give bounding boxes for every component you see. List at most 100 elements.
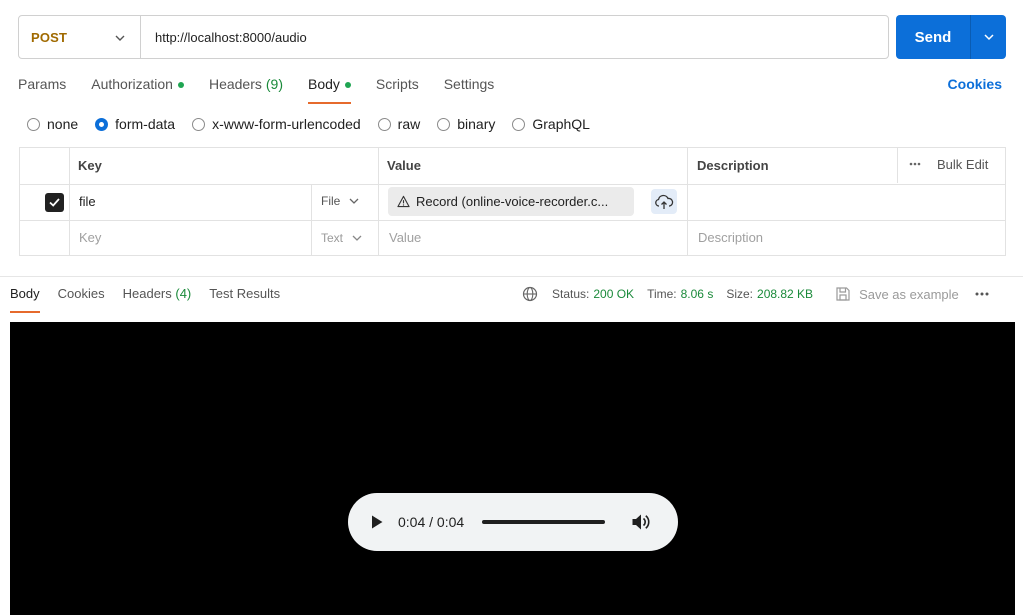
audio-time: 0:04 / 0:04 xyxy=(398,514,465,530)
check-icon xyxy=(49,198,60,207)
chevron-down-icon xyxy=(352,235,362,241)
save-icon xyxy=(836,287,850,301)
radio-circle xyxy=(192,117,206,131)
request-tabs: Params Authorization Headers (9) Body Scr… xyxy=(18,76,519,104)
upload-file-button[interactable] xyxy=(651,189,677,214)
more-options-icon[interactable] xyxy=(974,286,990,302)
tab-authorization[interactable]: Authorization xyxy=(91,76,184,104)
chevron-down-icon xyxy=(115,35,125,41)
send-options-button[interactable] xyxy=(971,31,1006,43)
tab-label: Scripts xyxy=(375,76,419,92)
response-tab-body[interactable]: Body xyxy=(10,286,40,313)
response-tab-headers[interactable]: Headers (4) xyxy=(123,286,192,313)
radio-form-data[interactable]: form-data xyxy=(95,116,175,132)
radio-raw[interactable]: raw xyxy=(377,116,421,132)
response-tab-cookies[interactable]: Cookies xyxy=(58,286,105,313)
method-select[interactable]: POST xyxy=(19,16,141,58)
cloud-upload-icon xyxy=(655,194,674,209)
method-label: POST xyxy=(31,29,68,45)
radio-label: binary xyxy=(457,116,496,132)
tab-count: (9) xyxy=(265,76,283,92)
audio-player: 0:04 / 0:04 xyxy=(348,493,678,551)
key-field[interactable]: file xyxy=(79,194,96,209)
play-icon[interactable] xyxy=(370,514,384,530)
radio-graphql[interactable]: GraphQL xyxy=(512,116,590,132)
key-placeholder[interactable]: Key xyxy=(79,230,101,245)
bulk-edit-button[interactable]: Bulk Edit xyxy=(937,157,988,172)
send-button[interactable]: Send xyxy=(896,29,970,46)
type-select[interactable]: Text xyxy=(321,231,363,245)
tab-label: Test Results xyxy=(209,286,281,301)
file-name: Record (online-voice-recorder.c... xyxy=(416,194,609,209)
tab-label: Params xyxy=(18,76,67,92)
tab-scripts[interactable]: Scripts xyxy=(376,76,419,104)
column-divider xyxy=(311,184,312,255)
response-meta: Status: 200 OK Time: 8.06 s Size: 208.82… xyxy=(522,286,990,302)
response-divider xyxy=(0,276,1023,277)
more-options-icon[interactable] xyxy=(908,157,922,174)
warning-icon xyxy=(397,195,410,208)
column-header-key: Key xyxy=(78,158,102,173)
tab-label: Headers xyxy=(208,76,262,92)
tab-label: Body xyxy=(10,286,40,301)
tab-label: Headers xyxy=(122,286,172,301)
column-header-description: Description xyxy=(697,158,769,173)
radio-circle-selected xyxy=(95,117,109,131)
cookies-link[interactable]: Cookies xyxy=(948,76,1002,92)
form-data-table: Key Value Description Bulk Edit file Fil… xyxy=(19,147,1006,256)
tab-label: Settings xyxy=(443,76,495,92)
tab-label: Body xyxy=(308,76,340,92)
radio-none[interactable]: none xyxy=(27,116,78,132)
globe-icon[interactable] xyxy=(522,286,538,302)
radio-label: none xyxy=(47,116,79,132)
status-label: Status: xyxy=(552,287,590,301)
radio-label: raw xyxy=(397,116,421,132)
tab-label: Authorization xyxy=(91,76,173,92)
request-url-bar: POST http://localhost:8000/audio xyxy=(18,15,889,59)
tab-body[interactable]: Body xyxy=(308,76,351,104)
tab-count: (4) xyxy=(175,286,192,301)
radio-label: x-www-form-urlencoded xyxy=(212,116,361,132)
radio-binary[interactable]: binary xyxy=(437,116,495,132)
time-label: Time: xyxy=(647,287,677,301)
radio-circle xyxy=(27,117,40,131)
radio-label: form-data xyxy=(115,116,176,132)
send-button-group: Send xyxy=(896,15,1006,59)
column-header-value: Value xyxy=(387,158,421,173)
size-value[interactable]: 208.82 KB xyxy=(757,287,813,301)
table-header-row xyxy=(20,148,1005,185)
row-enabled-checkbox[interactable] xyxy=(45,193,64,212)
file-chip[interactable]: Record (online-voice-recorder.c... xyxy=(388,187,634,216)
status-dot xyxy=(344,82,351,88)
time-value[interactable]: 8.06 s xyxy=(681,287,714,301)
audio-progress-bar[interactable] xyxy=(482,520,606,524)
chevron-down-icon xyxy=(349,198,359,204)
radio-circle xyxy=(377,117,391,131)
status-dot xyxy=(177,82,184,88)
column-divider xyxy=(69,148,70,255)
response-tab-test-results[interactable]: Test Results xyxy=(209,286,280,313)
radio-circle xyxy=(512,117,526,131)
body-type-radios: none form-data x-www-form-urlencoded raw… xyxy=(27,116,607,132)
radio-urlencoded[interactable]: x-www-form-urlencoded xyxy=(192,116,361,132)
description-placeholder[interactable]: Description xyxy=(698,230,763,245)
tab-params[interactable]: Params xyxy=(18,76,66,104)
response-body-preview: 0:04 / 0:04 xyxy=(10,322,1015,615)
save-as-example-button[interactable]: Save as example xyxy=(835,286,959,302)
radio-label: GraphQL xyxy=(532,116,590,132)
volume-icon[interactable] xyxy=(631,513,651,531)
radio-circle xyxy=(437,117,451,131)
url-input[interactable]: http://localhost:8000/audio xyxy=(141,30,307,45)
type-select[interactable]: File xyxy=(321,194,360,208)
tab-headers[interactable]: Headers (9) xyxy=(209,76,283,104)
value-placeholder[interactable]: Value xyxy=(389,230,421,245)
tab-settings[interactable]: Settings xyxy=(444,76,495,104)
size-label: Size: xyxy=(726,287,754,301)
column-divider xyxy=(687,148,688,255)
response-tabs: Body Cookies Headers (4) Test Results xyxy=(10,286,298,313)
save-label: Save as example xyxy=(859,286,959,302)
column-divider xyxy=(897,148,898,183)
tab-label: Cookies xyxy=(57,286,105,301)
chevron-down-icon xyxy=(983,34,994,41)
status-value[interactable]: 200 OK xyxy=(593,287,634,301)
